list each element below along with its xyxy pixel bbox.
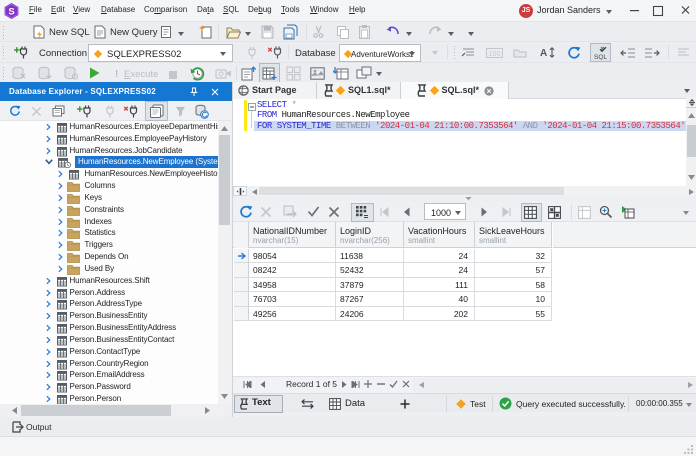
svg-text:A: A (540, 48, 547, 59)
svg-text:100: 100 (488, 49, 501, 58)
svg-text:SQL: SQL (594, 54, 607, 60)
svg-text:S: S (8, 7, 14, 18)
